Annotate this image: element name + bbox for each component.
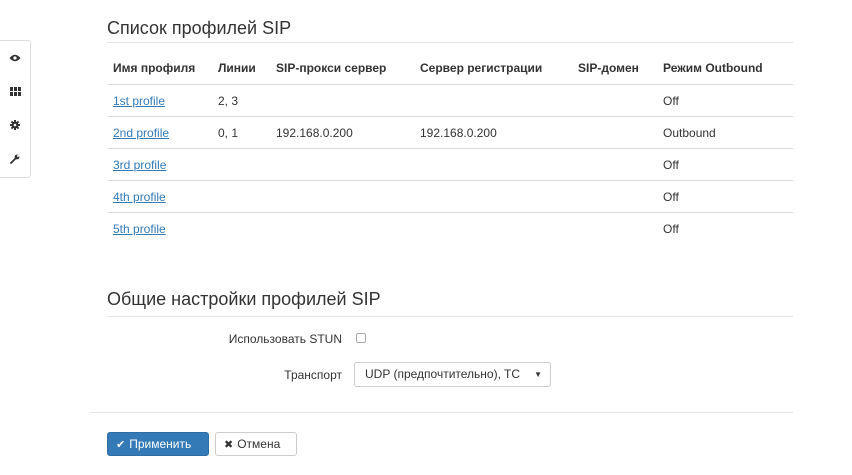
domain-cell — [572, 84, 657, 117]
apps-button[interactable] — [0, 80, 30, 102]
divider — [107, 316, 793, 317]
cancel-button-label: Отмена — [237, 437, 281, 451]
lines-cell — [212, 213, 270, 245]
lines-cell — [212, 148, 270, 181]
column-header-outbound: Режим Outbound — [657, 52, 793, 85]
transport-value: UDP (предпочтительно), TC — [365, 367, 521, 381]
proxy-cell — [270, 84, 414, 117]
table-row: 3rd profile Off — [107, 148, 793, 181]
profile-link[interactable]: 4th profile — [113, 190, 166, 204]
column-header-name: Имя профиля — [107, 52, 212, 85]
stun-label: Использовать STUN — [228, 332, 342, 346]
registrar-cell — [414, 180, 572, 213]
stun-checkbox[interactable] — [356, 333, 366, 343]
proxy-cell — [270, 213, 414, 245]
general-section-title: Общие настройки профилей SIP — [107, 289, 381, 309]
proxy-cell — [270, 180, 414, 213]
close-icon: ✖ — [224, 438, 234, 451]
transport-label: Транспорт — [284, 368, 342, 382]
gear-icon — [10, 120, 20, 130]
profile-link[interactable]: 5th profile — [113, 222, 166, 236]
grid-icon — [9, 86, 21, 96]
table-header-row: Имя профиля Линии SIP-прокси сервер Серв… — [107, 52, 793, 85]
profiles-table: Имя профиля Линии SIP-прокси сервер Серв… — [107, 52, 793, 244]
registrar-cell — [414, 213, 572, 245]
domain-cell — [572, 116, 657, 149]
apply-button-label: Применить — [129, 437, 192, 451]
domain-cell — [572, 148, 657, 181]
registrar-cell: 192.168.0.200 — [414, 116, 572, 149]
outbound-cell: Off — [663, 221, 679, 236]
page: Список профилей SIP Имя профиля Линии SI… — [0, 0, 852, 475]
view-button[interactable] — [0, 47, 30, 69]
checkmark-icon: ✔ — [116, 438, 126, 451]
transport-select[interactable]: UDP (предпочтительно), TC ▼ — [354, 362, 551, 387]
outbound-cell: Off — [657, 148, 793, 181]
domain-cell — [572, 180, 657, 213]
column-header-proxy: SIP-прокси сервер — [270, 52, 414, 85]
domain-cell — [572, 213, 657, 245]
cancel-button[interactable]: ✖ Отмена — [215, 432, 297, 456]
outbound-cell: Outbound — [657, 116, 793, 149]
profiles-section-title: Список профилей SIP — [107, 18, 292, 38]
profile-link[interactable]: 2nd profile — [113, 126, 169, 140]
divider — [90, 412, 793, 413]
eye-icon — [9, 54, 21, 62]
registrar-cell — [414, 84, 572, 117]
divider — [107, 42, 793, 43]
table-row: 4th profile Off — [107, 180, 793, 213]
side-toolbar — [0, 40, 31, 178]
tools-button[interactable] — [0, 148, 30, 170]
settings-button[interactable] — [0, 114, 30, 136]
registrar-cell — [414, 148, 572, 181]
column-header-lines: Линии — [212, 52, 270, 85]
apply-button[interactable]: ✔ Применить — [107, 432, 209, 456]
outbound-cell: Off — [657, 180, 793, 213]
table-row: 1st profile 2, 3 Off — [107, 84, 793, 117]
proxy-cell: 192.168.0.200 — [270, 116, 414, 149]
caret-down-icon: ▼ — [534, 370, 542, 379]
lines-cell: 2, 3 — [212, 84, 270, 117]
profile-link[interactable]: 3rd profile — [113, 158, 166, 172]
wrench-icon — [10, 154, 20, 164]
column-header-registrar: Сервер регистрации — [414, 52, 572, 85]
column-header-domain: SIP-домен — [572, 52, 657, 85]
profile-link[interactable]: 1st profile — [113, 94, 165, 108]
lines-cell: 0, 1 — [212, 116, 270, 149]
outbound-cell: Off — [657, 84, 793, 117]
table-row: 2nd profile 0, 1 192.168.0.200 192.168.0… — [107, 116, 793, 149]
table-row: 5th profile Off — [107, 213, 793, 245]
proxy-cell — [270, 148, 414, 181]
lines-cell — [212, 180, 270, 213]
